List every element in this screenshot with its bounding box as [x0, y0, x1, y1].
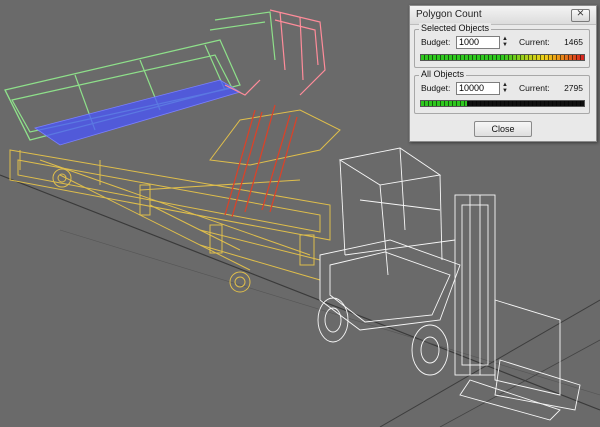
all-polycount-meter	[420, 100, 585, 107]
close-button[interactable]: Close	[474, 121, 532, 137]
selected-budget-label: Budget:	[421, 37, 451, 47]
all-objects-legend: All Objects	[419, 69, 467, 79]
grid-line	[59, 229, 600, 396]
selected-budget-spinner[interactable]: ▲ ▼	[501, 36, 509, 49]
selected-objects-legend: Selected Objects	[419, 23, 492, 33]
all-current-value: 2795	[564, 83, 583, 93]
selected-budget-input[interactable]: 1000	[456, 36, 500, 49]
selected-objects-group: Selected Objects Budget: 1000 ▲ ▼ Curren…	[414, 23, 590, 68]
all-budget-label: Budget:	[421, 83, 451, 93]
spinner-down-icon[interactable]: ▼	[501, 42, 509, 48]
selected-current-label: Current:	[519, 37, 550, 47]
perspective-viewport[interactable]: Polygon Count ⨯ Selected Objects Budget:…	[0, 0, 600, 427]
dialog-title: Polygon Count	[416, 9, 482, 20]
selected-polycount-meter	[420, 54, 585, 61]
grid-line	[0, 174, 600, 411]
all-budget-spinner[interactable]: ▲ ▼	[501, 82, 509, 95]
lift-cylinders	[224, 104, 298, 218]
spinner-down-icon[interactable]: ▼	[501, 88, 509, 94]
all-budget-input[interactable]: 10000	[456, 82, 500, 95]
all-current-label: Current:	[519, 83, 550, 93]
bed-floor	[34, 79, 241, 146]
close-icon: ⨯	[576, 8, 585, 19]
all-objects-group: All Objects Budget: 10000 ▲ ▼ Current: 2…	[414, 69, 590, 114]
polygon-count-dialog: Polygon Count ⨯ Selected Objects Budget:…	[409, 5, 597, 142]
bed-tailgate	[224, 9, 326, 96]
grid-line	[379, 299, 600, 427]
forklift	[317, 147, 581, 421]
dialog-close-button[interactable]: ⨯	[571, 8, 590, 22]
selected-current-value: 1465	[564, 37, 583, 47]
